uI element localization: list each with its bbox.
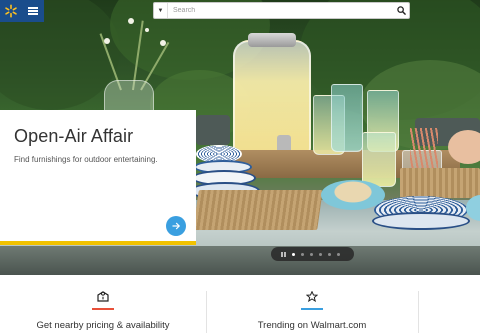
promo-arrow-button[interactable] (166, 216, 186, 236)
star-icon (306, 291, 318, 302)
store-pin-icon (97, 291, 109, 302)
feature-label: Get nearby pricing & availability (36, 320, 170, 331)
hero-promo-card[interactable]: Open-Air Affair Find furnishings for out… (0, 110, 196, 245)
promo-title: Open-Air Affair (14, 126, 134, 146)
carousel-dot[interactable] (301, 252, 304, 256)
spark-icon (5, 4, 17, 18)
carousel-controls (271, 247, 354, 261)
walmart-spark-logo[interactable] (0, 0, 22, 22)
feature-strip: Get nearby pricing & availability Trendi… (0, 275, 480, 333)
department-dropdown[interactable]: ▼ (154, 3, 168, 18)
feature-trending[interactable]: Trending on Walmart.com (222, 291, 402, 331)
hero-flower (104, 38, 110, 44)
hero-drink-dispenser (233, 40, 311, 158)
hero-table-edge (0, 246, 480, 275)
hero-placemat (193, 190, 323, 230)
hero-chair (196, 115, 230, 145)
hero-flower (145, 28, 149, 32)
carousel-dot[interactable] (328, 252, 331, 256)
divider (418, 291, 419, 333)
top-navigation: ▼ (0, 0, 480, 22)
caret-down-icon: ▼ (157, 7, 164, 14)
hero-placemat (400, 168, 480, 198)
hero-flower (160, 40, 166, 46)
arrow-right-icon (172, 222, 181, 230)
feature-store-pricing[interactable]: Get nearby pricing & availability (13, 291, 193, 331)
menu-button[interactable] (22, 0, 44, 22)
search-button[interactable] (393, 3, 409, 18)
carousel-dot[interactable] (319, 252, 322, 256)
pause-icon[interactable] (281, 251, 286, 257)
feature-accent-bar (301, 308, 323, 310)
feature-label: Trending on Walmart.com (257, 320, 367, 331)
hero-plate (372, 212, 470, 230)
carousel-dot[interactable] (292, 252, 295, 256)
hero-glass (331, 84, 363, 152)
search-bar: ▼ (153, 2, 410, 19)
promo-subtitle: Find furnishings for outdoor entertainin… (14, 155, 158, 164)
hero-fruit-bowl (448, 130, 480, 164)
hamburger-icon (28, 6, 38, 17)
search-input[interactable] (168, 3, 393, 18)
divider (206, 291, 207, 333)
feature-accent-bar (92, 308, 114, 310)
hero-glass (362, 132, 396, 187)
carousel-dot[interactable] (337, 252, 340, 256)
carousel-dot[interactable] (310, 252, 313, 256)
hero-dispenser-lid (248, 33, 296, 47)
search-icon (396, 6, 406, 15)
